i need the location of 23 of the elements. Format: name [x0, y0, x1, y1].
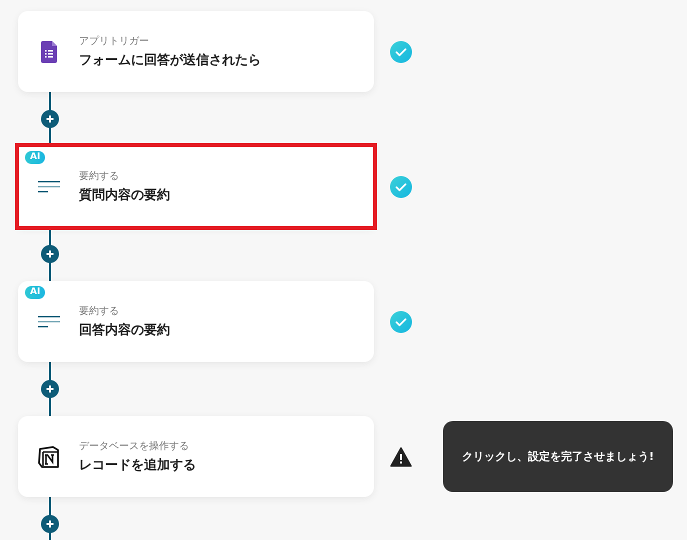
- step-type-label: 要約する: [79, 170, 120, 183]
- add-step-button[interactable]: [41, 515, 59, 533]
- step-title: レコードを追加する: [79, 457, 196, 474]
- step-card[interactable]: AI 要約する 回答内容の要約: [18, 281, 374, 362]
- text-lines-icon: [38, 316, 60, 328]
- ai-badge: AI: [25, 286, 46, 299]
- form-document-icon: [40, 40, 56, 62]
- step-type-label: アプリトリガー: [79, 34, 150, 48]
- step-title: 回答内容の要約: [79, 322, 170, 339]
- step-card[interactable]: アプリトリガー フォームに回答が送信されたら: [18, 11, 374, 92]
- notion-logo-icon: [38, 446, 60, 468]
- text-lines-icon: [38, 180, 60, 192]
- step-type-label: 要約する: [79, 305, 120, 318]
- add-step-button[interactable]: [41, 380, 59, 398]
- step-card[interactable]: データベースを操作する レコードを追加する: [18, 416, 374, 497]
- add-step-button[interactable]: [41, 110, 59, 128]
- step-title: 質問内容の要約: [79, 186, 170, 204]
- tooltip: クリックし、設定を完了させましょう!: [443, 421, 673, 492]
- step-type-label: データベースを操作する: [79, 440, 190, 453]
- ai-badge: AI: [25, 151, 46, 164]
- step-title: フォームに回答が送信されたら: [79, 52, 261, 69]
- add-step-button[interactable]: [41, 245, 59, 263]
- step-card[interactable]: AI 要約する 質問内容の要約: [18, 146, 374, 227]
